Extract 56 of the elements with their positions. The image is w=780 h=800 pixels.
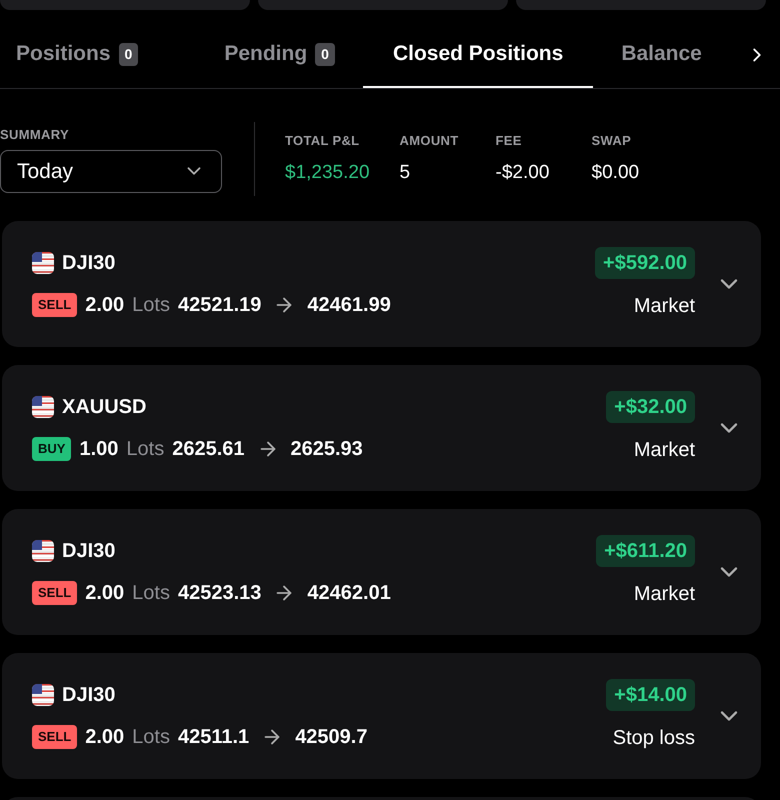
position-card[interactable]: DJI30 SELL 2.00 Lots 42511.1 42509.7 +$14.00 Stop loss — [2, 653, 761, 779]
stat-value: 5 — [400, 160, 412, 184]
side-badge: SELL — [32, 581, 78, 605]
stat-label: TOTAL P&L — [285, 132, 360, 150]
symbol-label: XAUUSD — [62, 395, 146, 420]
pnl-badge: +$592.00 — [595, 247, 695, 279]
stat-label: SWAP — [592, 132, 632, 150]
open-price: 42523.13 — [178, 581, 262, 606]
pnl-badge: +$32.00 — [606, 391, 695, 423]
position-card[interactable]: DJI30 SELL 2.00 Lots 42523.13 42462.01 +$611.20 Market — [2, 509, 761, 635]
tab[interactable]: Balance — [593, 10, 730, 88]
stat-value: -$2.00 — [496, 160, 550, 184]
count-badge: 0 — [118, 42, 138, 66]
open-price: 42521.19 — [178, 293, 262, 318]
pnl-badge: +$611.20 — [596, 535, 695, 567]
us-flag-icon — [32, 540, 54, 562]
lots-label: Lots — [132, 581, 170, 606]
side-badge: SELL — [32, 293, 78, 317]
stat-value: $0.00 — [592, 160, 640, 184]
lots-value: 1.00 — [79, 437, 118, 462]
pnl-badge: +$14.00 — [606, 679, 695, 711]
us-flag-icon — [32, 684, 54, 706]
symbol-label: DJI30 — [62, 251, 116, 276]
count-badge: 0 — [315, 42, 335, 66]
stat-value: $1,235.20 — [285, 160, 370, 184]
lots-label: Lots — [126, 437, 164, 462]
summary-label: SUMMARY — [0, 126, 70, 144]
lots-label: Lots — [132, 725, 170, 750]
stat-label: FEE — [496, 132, 523, 150]
tab[interactable]: Pending 0 — [196, 10, 363, 88]
lots-value: 2.00 — [85, 293, 124, 318]
close-type: Market — [634, 438, 695, 463]
tab[interactable]: Positions 0 — [16, 10, 196, 88]
tab[interactable]: Closed Positions — [362, 10, 594, 88]
open-price: 2625.61 — [172, 437, 244, 462]
position-card[interactable]: XAUUSD BUY 1.00 Lots 2625.61 2625.93 +$32.00 Market — [2, 365, 761, 491]
symbol-label: DJI30 — [62, 539, 116, 564]
us-flag-icon — [32, 396, 54, 418]
stat-label: AMOUNT — [400, 132, 460, 150]
position-card[interactable]: DJI30 SELL 2.00 Lots 42521.19 42461.99 +$592.00 Market — [2, 221, 761, 347]
period-dropdown[interactable]: Today — [0, 150, 222, 193]
close-type: Market — [634, 582, 695, 607]
close-type: Stop loss — [612, 726, 695, 751]
open-price: 42511.1 — [178, 725, 250, 750]
side-badge: BUY — [32, 437, 72, 461]
close-type: Market — [634, 294, 695, 319]
close-price: 2625.93 — [290, 437, 363, 462]
lots-label: Lots — [132, 293, 170, 318]
lots-value: 2.00 — [85, 581, 124, 606]
close-price: 42462.01 — [307, 581, 391, 606]
lots-value: 2.00 — [85, 725, 124, 750]
close-price: 42509.7 — [295, 725, 368, 750]
symbol-label: DJI30 — [62, 683, 116, 708]
close-price: 42461.99 — [307, 293, 391, 318]
us-flag-icon — [32, 252, 54, 274]
side-badge: SELL — [32, 725, 78, 749]
